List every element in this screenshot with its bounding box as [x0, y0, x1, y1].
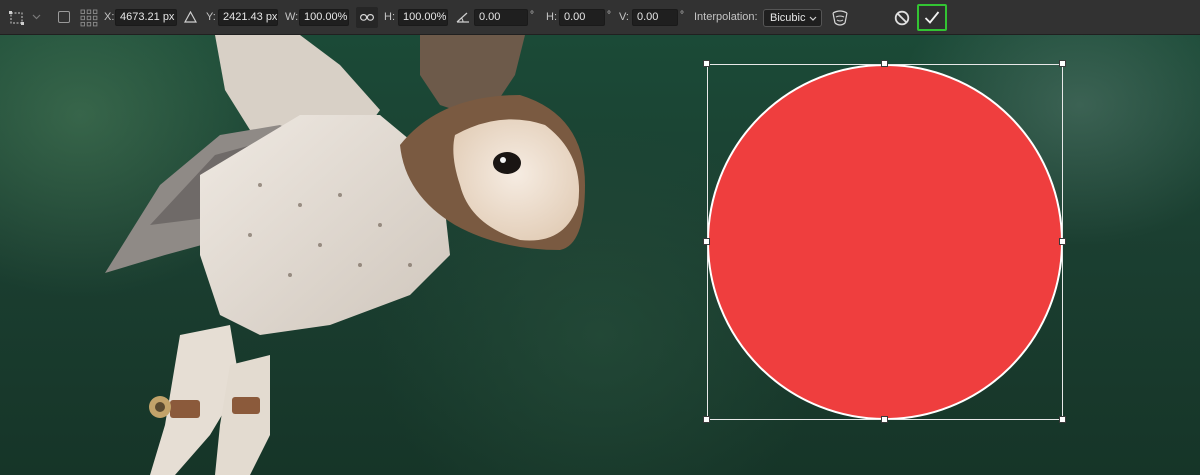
interpolation-select[interactable]: Bicubic: [763, 9, 822, 27]
height-field[interactable]: 100.00%: [398, 9, 448, 26]
reference-point-grid-icon[interactable]: [80, 9, 98, 27]
options-bar: X: 4673.21 px Y: 2421.43 px W: 100.00% H…: [0, 0, 1200, 35]
angle-degree-unit: °: [530, 10, 534, 21]
rotation-angle-field[interactable]: 0.00: [474, 9, 528, 26]
checkmark-icon: [924, 11, 940, 24]
cancel-icon[interactable]: [894, 10, 910, 26]
chevron-down-icon: [809, 16, 817, 21]
vskew-degree-unit: °: [680, 10, 684, 21]
y-position-field[interactable]: 2421.43 px: [218, 9, 278, 26]
transform-handle-top-right[interactable]: [1059, 60, 1066, 67]
reference-point-checkbox[interactable]: [58, 11, 70, 23]
hskew-degree-unit: °: [607, 10, 611, 21]
interpolation-label: Interpolation:: [694, 11, 758, 23]
transform-handle-top-left[interactable]: [703, 60, 710, 67]
vertical-skew-field[interactable]: 0.00: [632, 9, 678, 26]
vertical-skew-label: V:: [619, 11, 629, 23]
delta-icon[interactable]: [184, 11, 197, 23]
height-label: H:: [384, 11, 395, 23]
transform-handle-top-center[interactable]: [881, 60, 888, 67]
transform-handle-bottom-center[interactable]: [881, 416, 888, 423]
transform-tool-icon[interactable]: [8, 10, 26, 26]
interpolation-value: Bicubic: [770, 12, 806, 24]
y-label: Y:: [206, 11, 216, 23]
warp-icon[interactable]: [830, 8, 850, 28]
transform-handle-bottom-left[interactable]: [703, 416, 710, 423]
width-field[interactable]: 100.00%: [299, 9, 349, 26]
transform-bounding-box[interactable]: [707, 64, 1063, 420]
transform-handle-bottom-right[interactable]: [1059, 416, 1066, 423]
x-position-field[interactable]: 4673.21 px: [115, 9, 177, 26]
horizontal-skew-label: H:: [546, 11, 557, 23]
transform-handle-middle-right[interactable]: [1059, 238, 1066, 245]
link-icon: [360, 14, 374, 21]
commit-transform-button[interactable]: [917, 4, 947, 31]
x-label: X:: [104, 11, 115, 23]
transform-handle-middle-left[interactable]: [703, 238, 710, 245]
chevron-down-icon[interactable]: [32, 14, 41, 20]
rotate-angle-icon: [456, 12, 469, 23]
link-aspect-button[interactable]: [356, 7, 378, 28]
width-label: W:: [285, 11, 299, 23]
horizontal-skew-field[interactable]: 0.00: [559, 9, 605, 26]
